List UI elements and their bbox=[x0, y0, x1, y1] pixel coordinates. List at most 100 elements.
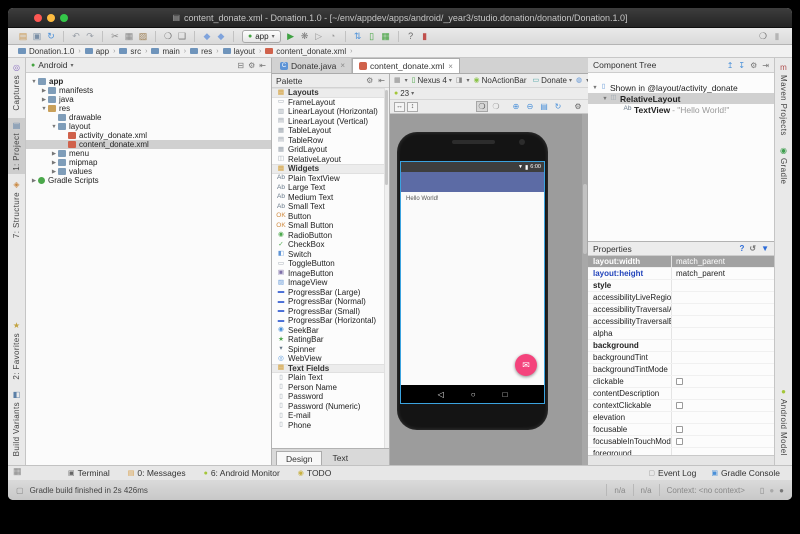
palette-item[interactable]: ★ RatingBar bbox=[272, 335, 389, 345]
content-area[interactable]: Hello World! ✉ bbox=[401, 192, 544, 385]
property-value[interactable] bbox=[672, 316, 774, 327]
expand-all-icon[interactable]: ↥ bbox=[727, 61, 734, 70]
run-icon[interactable]: ▶ bbox=[284, 30, 298, 43]
layout-canvas[interactable]: ▼ ▮ 6:00 Hello World! ✉ ◁ bbox=[390, 114, 588, 465]
tree-row[interactable]: ▶ manifests bbox=[26, 86, 271, 95]
tool-window-tab[interactable]: ◈ 7: Structure bbox=[8, 177, 25, 242]
editor-tab[interactable]: content_donate.xml × bbox=[352, 58, 460, 73]
lock-icon[interactable]: ▯ bbox=[760, 486, 764, 495]
tool-window-button[interactable]: ◉ TODO bbox=[298, 468, 332, 478]
palette-item[interactable]: Ab Small Text bbox=[272, 202, 389, 212]
property-row[interactable]: accessibilityLiveRegion bbox=[588, 292, 774, 304]
component-tree-row[interactable]: ▼ ◫ RelativeLayout bbox=[588, 93, 774, 104]
api-level-selector[interactable]: ● 23 ▾ bbox=[394, 89, 414, 98]
save-icon[interactable]: ▣ bbox=[30, 30, 44, 43]
palette-item[interactable]: OK Button bbox=[272, 212, 389, 222]
device-selector[interactable]: ▯ Nexus 4 ▾ bbox=[412, 76, 452, 85]
tool-window-button[interactable]: ● 6: Android Monitor bbox=[204, 468, 280, 478]
search-everywhere-icon[interactable]: ❍ bbox=[756, 30, 770, 43]
palette-item[interactable]: ▤ Widgets bbox=[272, 164, 389, 174]
tree-row[interactable]: ▶ menu bbox=[26, 149, 271, 158]
property-row[interactable]: layout:width match_parent bbox=[588, 256, 774, 268]
property-value[interactable] bbox=[672, 424, 774, 435]
palette-item[interactable]: ▯ Person Name bbox=[272, 383, 389, 393]
paste-icon[interactable]: ▨ bbox=[136, 30, 150, 43]
home-nav-icon[interactable]: ○ bbox=[471, 390, 476, 399]
tree-row[interactable]: ▶ java bbox=[26, 95, 271, 104]
tool-window-button[interactable]: ▣ Terminal bbox=[68, 468, 110, 478]
palette-item[interactable]: ▥ LinearLayout (Horizontal) bbox=[272, 107, 389, 117]
palette-item[interactable]: ▤ TableRow bbox=[272, 136, 389, 146]
tree-row[interactable]: ▶ values bbox=[26, 167, 271, 176]
hide-panel-icon[interactable]: ⇤ bbox=[259, 61, 266, 70]
palette-item[interactable]: OK Small Button bbox=[272, 221, 389, 231]
recents-nav-icon[interactable]: □ bbox=[503, 390, 508, 399]
property-row[interactable]: backgroundTintMode bbox=[588, 364, 774, 376]
toolbar-icon[interactable] bbox=[58, 31, 64, 42]
palette-item[interactable]: ◫ RelativeLayout bbox=[272, 155, 389, 165]
activity-selector[interactable]: ▭ Donate ▾ bbox=[533, 76, 572, 85]
palette-item[interactable]: ▯ Plain Text bbox=[272, 373, 389, 383]
property-value[interactable] bbox=[672, 280, 774, 291]
expand-arrow[interactable]: ▼ bbox=[591, 85, 599, 91]
tree-row[interactable]: ▼ app bbox=[26, 77, 271, 86]
palette-item[interactable]: ▬ ProgressBar (Large) bbox=[272, 288, 389, 298]
forward-icon[interactable]: ◆ bbox=[214, 30, 228, 43]
property-value[interactable] bbox=[672, 412, 774, 423]
sdk-manager-icon[interactable]: ▦ bbox=[379, 30, 393, 43]
collapse-all-icon[interactable]: ⊟ bbox=[237, 61, 244, 70]
tool-window-tab[interactable]: m Maven Projects bbox=[775, 60, 792, 140]
property-row[interactable]: backgroundTint bbox=[588, 352, 774, 364]
breadcrumb-item[interactable]: main bbox=[151, 47, 179, 56]
checkbox[interactable] bbox=[676, 402, 683, 409]
expand-arrow[interactable]: ▶ bbox=[30, 178, 38, 184]
redo-icon[interactable]: ↷ bbox=[83, 30, 97, 43]
tree-row[interactable]: ▼ layout bbox=[26, 122, 271, 131]
property-value[interactable]: match_parent bbox=[672, 256, 774, 267]
settings-icon[interactable]: ⚙ bbox=[366, 76, 373, 85]
palette-item[interactable]: ▯ Phone bbox=[272, 421, 389, 431]
restore-defaults-icon[interactable]: ↺ bbox=[749, 244, 756, 253]
property-row[interactable]: accessibilityTraversalBe bbox=[588, 316, 774, 328]
property-value[interactable] bbox=[672, 340, 774, 351]
tool-window-tab[interactable]: ★ 2: Favorites bbox=[8, 318, 25, 384]
copy-icon[interactable]: ▦ bbox=[122, 30, 136, 43]
minimize-window-button[interactable] bbox=[47, 14, 55, 22]
property-row[interactable]: alpha bbox=[588, 328, 774, 340]
breadcrumb-item[interactable]: src bbox=[119, 47, 141, 56]
help-icon[interactable]: ? bbox=[739, 244, 744, 253]
hide-panel-icon[interactable]: ⇤ bbox=[378, 76, 385, 85]
property-value[interactable] bbox=[672, 376, 774, 387]
orientation-selector[interactable]: ◨ ▾ bbox=[456, 77, 470, 84]
settings-icon[interactable]: ⚙ bbox=[750, 61, 757, 70]
component-tree-row[interactable]: ▼ ▯ Shown in @layout/activity_donate bbox=[588, 82, 774, 93]
search-icon[interactable]: ❍ bbox=[161, 30, 175, 43]
settings-icon[interactable]: ⚙ bbox=[248, 61, 255, 70]
profile-icon[interactable]: ◔ bbox=[326, 30, 340, 43]
breadcrumb-item[interactable]: app bbox=[85, 47, 109, 56]
gradle-sync-icon[interactable]: ⇅ bbox=[351, 30, 365, 43]
palette-item[interactable]: ▨ ImageView bbox=[272, 278, 389, 288]
palette-item[interactable]: ▾ Spinner bbox=[272, 345, 389, 355]
palette-item[interactable]: ▬ ProgressBar (Horizontal) bbox=[272, 316, 389, 326]
close-icon[interactable]: × bbox=[448, 62, 453, 71]
breadcrumb-item[interactable]: layout bbox=[223, 47, 255, 56]
expand-arrow[interactable]: ▶ bbox=[50, 169, 58, 175]
breadcrumb-item[interactable]: res bbox=[190, 47, 212, 56]
memory-indicator-icon[interactable]: ● bbox=[779, 486, 784, 495]
property-row[interactable]: focusableInTouchMode bbox=[588, 436, 774, 448]
expand-arrow[interactable]: ▶ bbox=[40, 88, 48, 94]
property-row[interactable]: contentDescription bbox=[588, 388, 774, 400]
fab-button[interactable]: ✉ bbox=[515, 354, 537, 376]
theme-selector[interactable]: ◉ NoActionBar bbox=[474, 76, 529, 85]
toolwindow-grid-icon[interactable]: ▢ bbox=[16, 486, 24, 495]
collapse-all-icon[interactable]: ↧ bbox=[738, 61, 745, 70]
tool-window-button[interactable]: ▤ 0: Messages bbox=[128, 468, 186, 478]
tool-window-button[interactable]: ▣ Gradle Console bbox=[711, 468, 780, 478]
match-height-icon[interactable]: ↕ bbox=[407, 102, 418, 112]
toolbar-icon[interactable] bbox=[150, 31, 156, 42]
close-window-button[interactable] bbox=[34, 14, 42, 22]
device-screen[interactable]: ▼ ▮ 6:00 Hello World! ✉ ◁ bbox=[401, 162, 544, 403]
toolbar-icon[interactable] bbox=[393, 31, 399, 42]
palette-item[interactable]: ▤ Layouts bbox=[272, 88, 389, 98]
